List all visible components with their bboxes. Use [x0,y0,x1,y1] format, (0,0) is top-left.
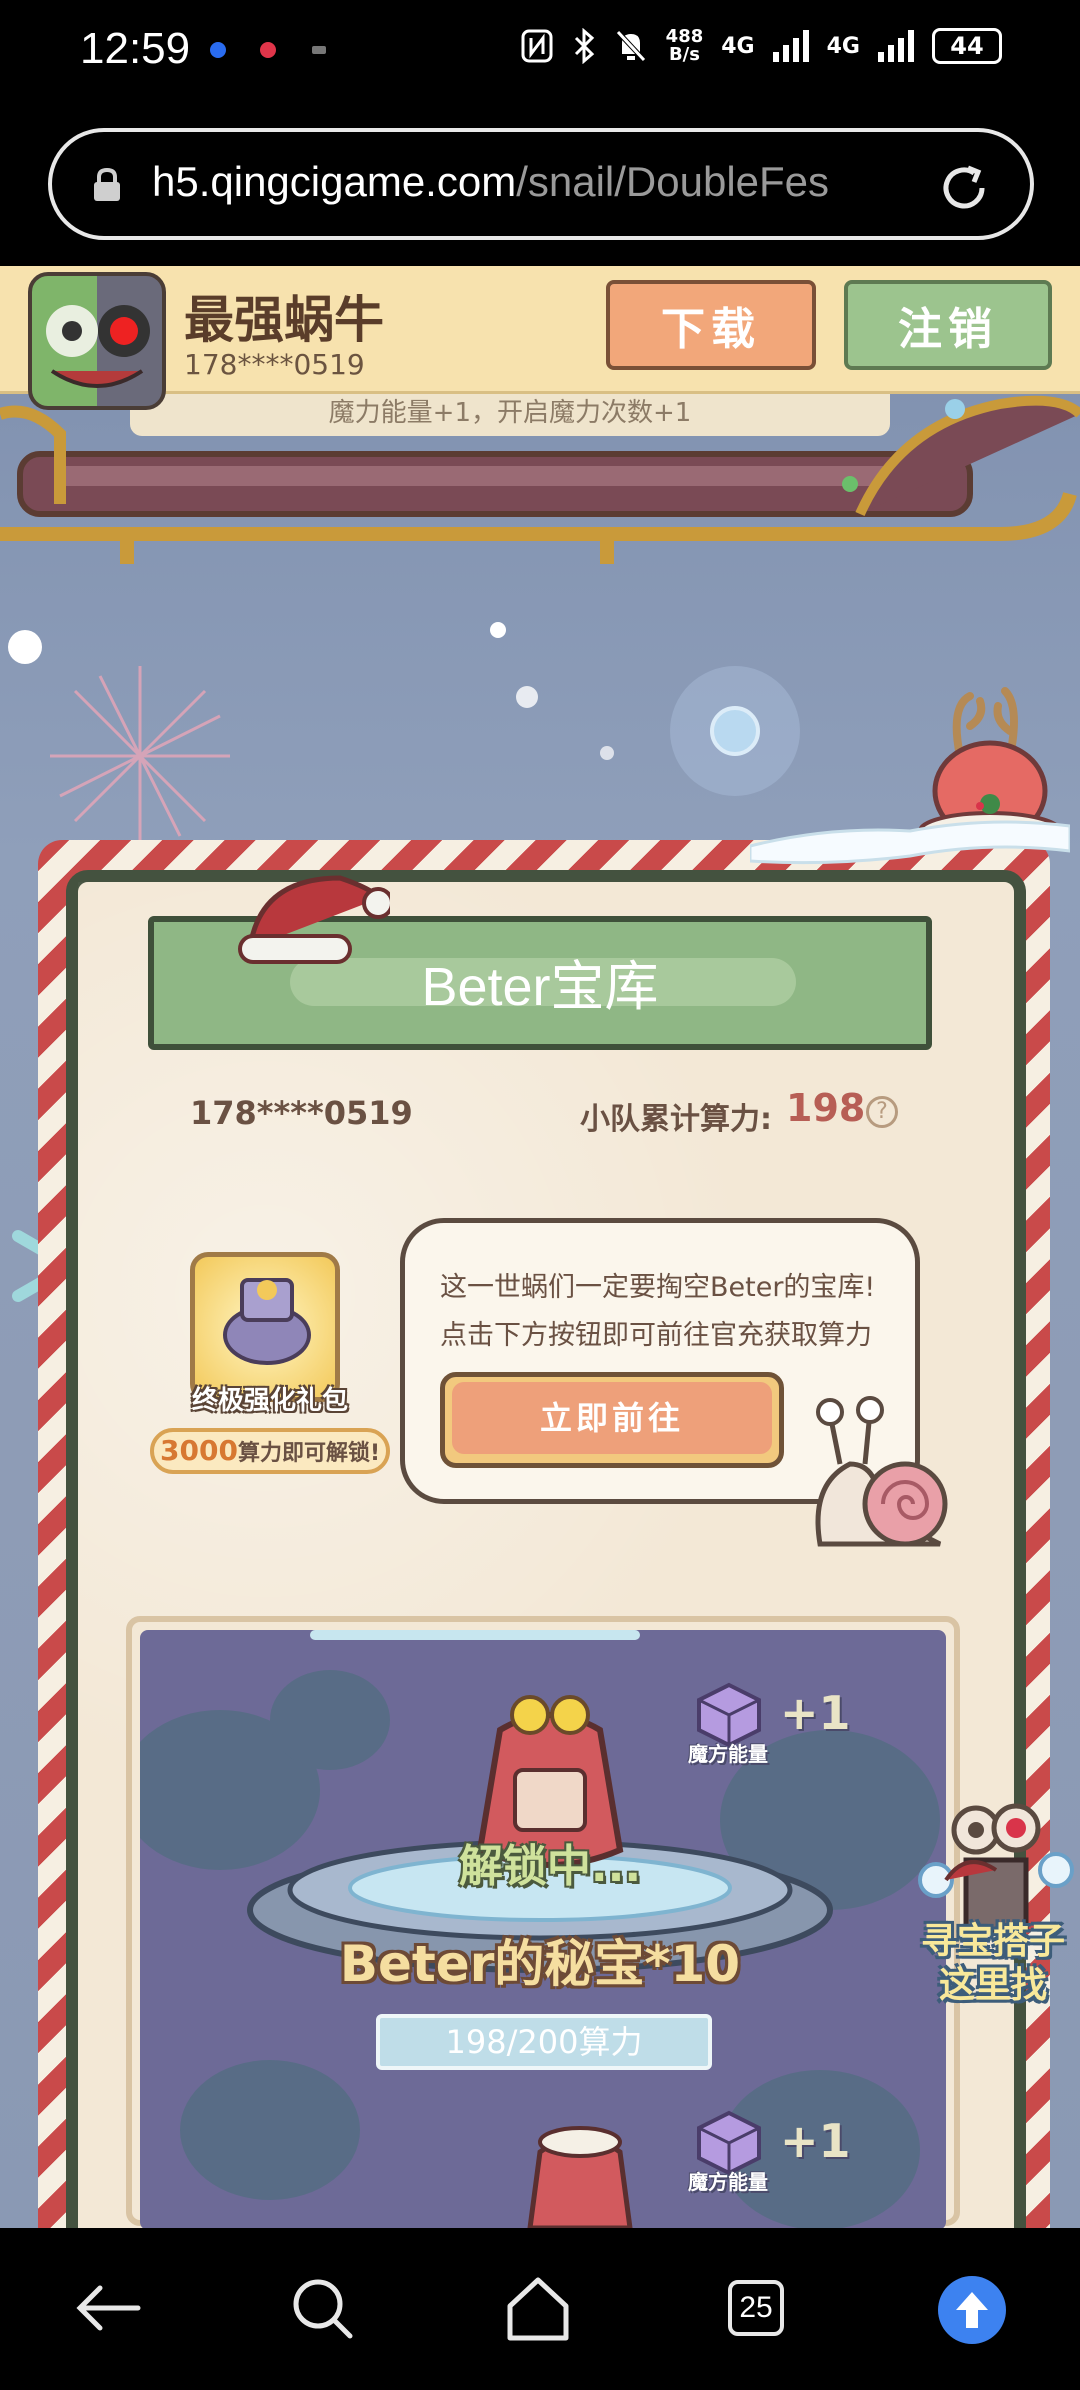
mute-icon [615,30,646,62]
team-power-label: 小队累计算力: [580,1102,772,1137]
unlock-requirement: 3000算力即可解锁! [150,1428,390,1474]
cloud [180,2060,360,2200]
bluetooth-icon [574,28,594,64]
app-icon [28,272,166,410]
unlocking-status: 解锁中... [458,1841,642,1892]
sleigh-illustration [0,395,1080,564]
back-icon[interactable] [68,2268,148,2348]
app-user-id: 178****0519 [184,348,365,381]
reward-name: Beter的秘宝*10 [339,1935,741,1993]
moon [710,706,760,756]
gift-label: 终极强化礼包 [191,1386,348,1416]
bubble-text: 这一世蜗们一定要掏空Beter的宝库! 点击下方按钮即可前往官充获取算力 [440,1272,876,1351]
snail-mascot [815,1396,948,1547]
nfc-icon [521,29,553,63]
network-type: 4G [826,33,860,59]
cloud [270,1670,390,1770]
search-icon[interactable] [282,2268,362,2348]
browser-toolbar: h5.qingcigame.com/snail/DoubleFes [0,110,1080,266]
home-icon[interactable] [498,2268,578,2348]
signal-icon [772,30,809,62]
notification-dot-icon [260,42,276,58]
notification-dot-icon [210,42,226,58]
gift-pack-icon [223,1278,311,1365]
firework-decoration [50,666,230,846]
game-viewport: 最强蜗牛 178****0519 下载 注销 魔力能量+1，开启魔力次数+1 B… [0,266,1080,2228]
tabs-button[interactable]: 25 [728,2280,784,2336]
snowflake-dot [8,630,42,664]
clock: 12:59 [80,24,191,73]
cube-plus: +1 [780,2114,851,2168]
status-bar: 12:59 488 B/s 4G 4G 44 [0,0,1080,110]
power-progress: 198/200算力 [376,2014,712,2070]
treasure-partner-label[interactable]: 寻宝搭子 这里找 [906,1920,1080,2008]
download-button[interactable]: 下载 [606,280,816,370]
battery-icon: 44 [932,28,1002,64]
santa-hat-icon [238,875,390,964]
snow-cap-decoration [750,820,1070,865]
signal-icon [878,30,914,62]
team-user-id: 178****0519 [190,1094,413,1132]
snowflake-dot [600,746,614,760]
lock-icon [94,168,120,201]
logout-button[interactable]: 注销 [844,280,1052,370]
stage-light [310,1630,640,1640]
navigation-bar [0,2228,1080,2390]
snowflake-dot [490,622,506,638]
go-now-button[interactable]: 立即前往 [452,1382,772,1454]
cube-plus: +1 [780,1686,851,1740]
team-power-value: 198 [786,1086,866,1130]
reload-icon[interactable] [938,162,990,214]
address-bar[interactable]: h5.qingcigame.com/snail/DoubleFes [48,128,1034,240]
snowflake-dot [516,686,538,708]
scroll-up-button[interactable] [938,2276,1006,2344]
notification-dot-icon [312,46,326,54]
gift-sack-icon [527,2126,633,2228]
app-banner: 最强蜗牛 178****0519 下载 注销 [0,266,1080,410]
arrow-up-icon [956,2292,988,2328]
net-speed: 488 B/s [665,26,704,65]
url-text[interactable]: h5.qingcigame.com/snail/DoubleFes [152,158,952,206]
cube-label: 魔方能量 [688,1742,768,1766]
app-name: 最强蜗牛 [184,291,384,349]
cube-label: 魔方能量 [688,2170,768,2194]
help-icon[interactable]: ? [866,1096,898,1128]
network-type: 4G [721,33,755,59]
status-icons: 488 B/s 4G 4G 44 [520,28,1002,64]
